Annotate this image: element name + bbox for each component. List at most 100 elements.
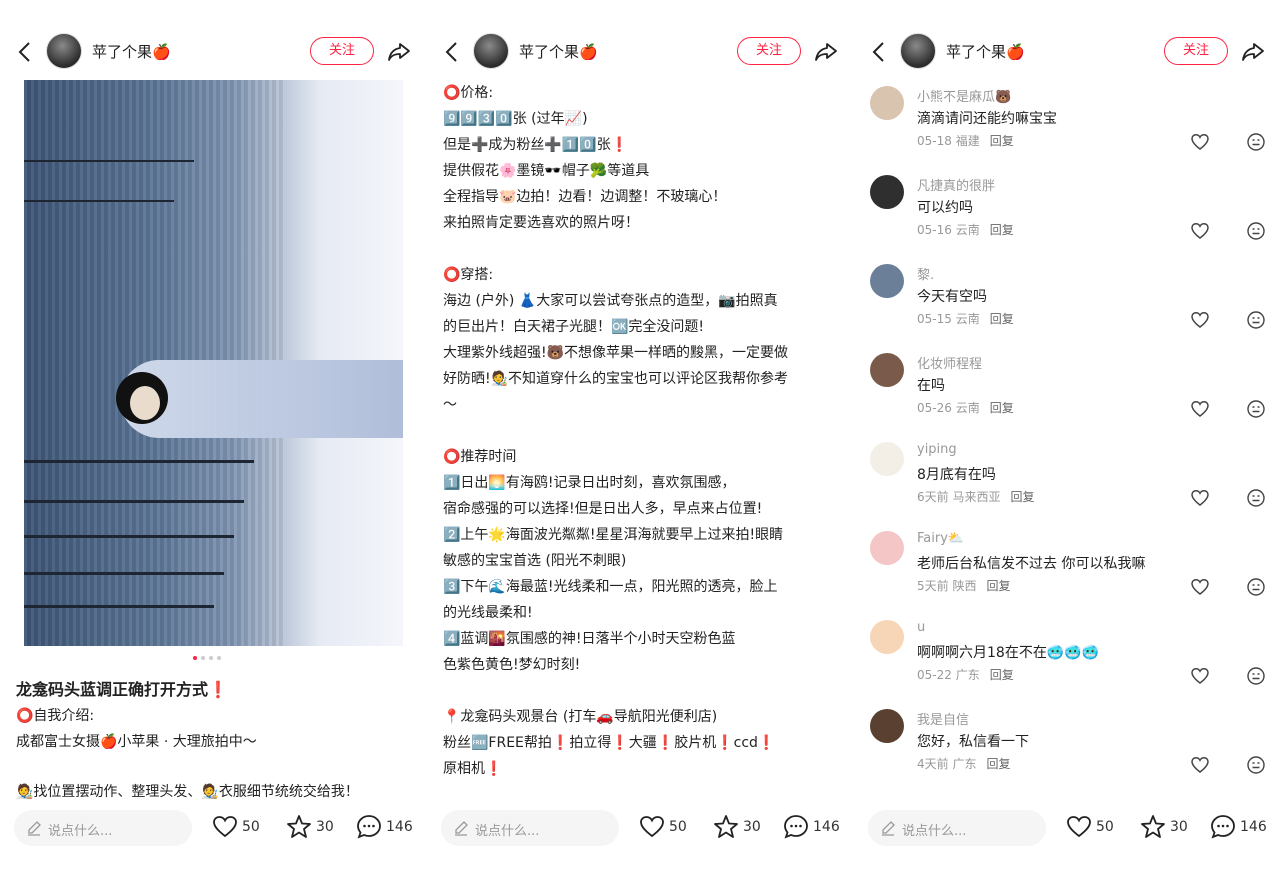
star-count: 30 xyxy=(316,819,334,835)
comment-item[interactable]: yiping 8月底有在吗 6天前 马来西亚 回复 xyxy=(870,440,1270,524)
post-photo[interactable] xyxy=(24,80,403,646)
comment-item[interactable]: 化妆师程程 在吗 05-26 云南 回复 xyxy=(870,351,1270,435)
comment-heart-icon[interactable] xyxy=(1190,399,1210,419)
commenter-avatar[interactable] xyxy=(870,442,904,476)
share-icon[interactable] xyxy=(386,39,412,65)
post-body-line: 海边 (户外) 👗大家可以尝试夸张点的造型，📷拍照真 xyxy=(443,293,778,309)
photo-tree xyxy=(24,200,174,202)
carousel-dot xyxy=(209,656,213,660)
carousel-indicator xyxy=(193,656,221,660)
reply-button[interactable]: 回复 xyxy=(986,757,1010,771)
emoji-reaction-icon[interactable] xyxy=(1246,488,1266,508)
heart-icon xyxy=(640,816,664,838)
comment-input[interactable]: 说点什么... xyxy=(14,810,192,846)
emoji-reaction-icon[interactable] xyxy=(1246,577,1266,597)
emoji-reaction-icon[interactable] xyxy=(1246,221,1266,241)
comment-placeholder: 说点什么... xyxy=(475,824,540,839)
commenter-avatar[interactable] xyxy=(870,353,904,387)
comment-count: 146 xyxy=(1240,819,1267,835)
emoji-reaction-icon[interactable] xyxy=(1246,755,1266,775)
reply-button[interactable]: 回复 xyxy=(1010,490,1034,504)
author-avatar[interactable] xyxy=(473,33,509,69)
commenter-name[interactable]: 化妆师程程 xyxy=(917,353,982,372)
back-arrow-icon[interactable] xyxy=(443,41,463,63)
comment-item[interactable]: Fairy⛅ 老师后台私信发不过去 你可以私我嘛 5天前 陕西 回复 xyxy=(870,529,1270,613)
comment-item[interactable]: u 啊啊啊六月18在不在🥶🥶🥶 05-22 广东 回复 xyxy=(870,618,1270,702)
commenter-name[interactable]: Fairy⛅ xyxy=(917,531,964,546)
comment-item[interactable]: 黎. 今天有空吗 05-15 云南 回复 xyxy=(870,262,1270,346)
comment-heart-icon[interactable] xyxy=(1190,221,1210,241)
reply-button[interactable]: 回复 xyxy=(990,401,1014,415)
comment-location: 福建 xyxy=(955,134,980,148)
comment-item[interactable]: 我是自信 您好，私信看一下 4天前 广东 回复 xyxy=(870,707,1270,791)
post-body-line: 色紫色黄色!梦幻时刻! xyxy=(443,657,581,673)
commenter-name[interactable]: 黎. xyxy=(917,264,934,283)
top-bar: 苹了个果🍎 关注 xyxy=(854,30,1280,74)
emoji-reaction-icon[interactable] xyxy=(1246,310,1266,330)
reply-button[interactable]: 回复 xyxy=(990,223,1014,237)
author-avatar[interactable] xyxy=(900,33,936,69)
commenter-avatar[interactable] xyxy=(870,620,904,654)
commenter-name[interactable]: 小熊不是麻瓜🐻 xyxy=(917,86,1011,105)
post-body: ⭕价格: 9️⃣9️⃣3️⃣0️⃣张 (过年📈) 但是➕成为粉丝➕1️⃣0️⃣张❗ 提… xyxy=(443,80,843,782)
reply-button[interactable]: 回复 xyxy=(986,579,1010,593)
comment-location: 广东 xyxy=(955,668,980,682)
photo-tree xyxy=(24,160,194,162)
post-body-line: 原相机❗ xyxy=(443,761,503,777)
post-screen-text: 苹了个果🍎 关注 ⭕价格: 9️⃣9️⃣3️⃣0️⃣张 (过年📈) 但是➕成为粉丝➕… xyxy=(427,0,854,889)
comment-input[interactable]: 说点什么... xyxy=(441,810,619,846)
commenter-name[interactable]: 我是自信 xyxy=(917,709,969,728)
author-name[interactable]: 苹了个果🍎 xyxy=(92,41,171,62)
back-arrow-icon[interactable] xyxy=(870,41,890,63)
comment-text: 可以约吗 xyxy=(917,200,973,216)
photo-tree xyxy=(24,460,254,463)
commenter-name[interactable]: u xyxy=(917,620,925,635)
share-icon[interactable] xyxy=(1240,39,1266,65)
comment-date: 4天前 xyxy=(917,757,949,771)
post-body-line: 全程指导🐷边拍！边看！边调整！不玻璃心！ xyxy=(443,189,727,205)
commenter-avatar[interactable] xyxy=(870,175,904,209)
photo-person-face xyxy=(130,386,160,420)
comment-item[interactable]: 小熊不是麻瓜🐻 滴滴请问还能约嘛宝宝 05-18 福建 回复 xyxy=(870,84,1270,168)
author-name[interactable]: 苹了个果🍎 xyxy=(946,41,1025,62)
emoji-reaction-icon[interactable] xyxy=(1246,132,1266,152)
emoji-reaction-icon[interactable] xyxy=(1246,666,1266,686)
reply-button[interactable]: 回复 xyxy=(990,134,1014,148)
comment-heart-icon[interactable] xyxy=(1190,666,1210,686)
share-icon[interactable] xyxy=(813,39,839,65)
comment-heart-icon[interactable] xyxy=(1190,132,1210,152)
comment-text: 滴滴请问还能约嘛宝宝 xyxy=(917,111,1057,127)
comment-bubble-icon xyxy=(1211,815,1235,839)
comment-heart-icon[interactable] xyxy=(1190,755,1210,775)
commenter-avatar[interactable] xyxy=(870,86,904,120)
reply-button[interactable]: 回复 xyxy=(990,668,1014,682)
top-bar: 苹了个果🍎 关注 xyxy=(427,30,854,74)
follow-button[interactable]: 关注 xyxy=(737,37,801,65)
commenter-name[interactable]: yiping xyxy=(917,442,957,457)
photo-tree xyxy=(24,605,214,608)
comment-date: 6天前 xyxy=(917,490,949,504)
author-name[interactable]: 苹了个果🍎 xyxy=(519,41,598,62)
comment-item[interactable]: 凡捷真的很胖 可以约吗 05-16 云南 回复 xyxy=(870,173,1270,257)
comment-input[interactable]: 说点什么... xyxy=(868,810,1046,846)
post-body-line: ⭕穿搭: xyxy=(443,267,494,283)
author-avatar[interactable] xyxy=(46,33,82,69)
emoji-reaction-icon[interactable] xyxy=(1246,399,1266,419)
comment-heart-icon[interactable] xyxy=(1190,488,1210,508)
back-arrow-icon[interactable] xyxy=(16,41,36,63)
comment-heart-icon[interactable] xyxy=(1190,310,1210,330)
follow-button[interactable]: 关注 xyxy=(310,37,374,65)
commenter-avatar[interactable] xyxy=(870,709,904,743)
reply-button[interactable]: 回复 xyxy=(990,312,1014,326)
post-body-line xyxy=(443,418,843,444)
star-icon xyxy=(287,815,311,838)
commenter-name[interactable]: 凡捷真的很胖 xyxy=(917,175,995,194)
top-bar: 苹了个果🍎 关注 xyxy=(0,30,427,74)
comment-heart-icon[interactable] xyxy=(1190,577,1210,597)
commenter-avatar[interactable] xyxy=(870,531,904,565)
follow-button[interactable]: 关注 xyxy=(1164,37,1228,65)
comment-date: 05-26 xyxy=(917,401,952,415)
heart-icon xyxy=(1067,816,1091,838)
comment-location: 陕西 xyxy=(952,579,977,593)
commenter-avatar[interactable] xyxy=(870,264,904,298)
